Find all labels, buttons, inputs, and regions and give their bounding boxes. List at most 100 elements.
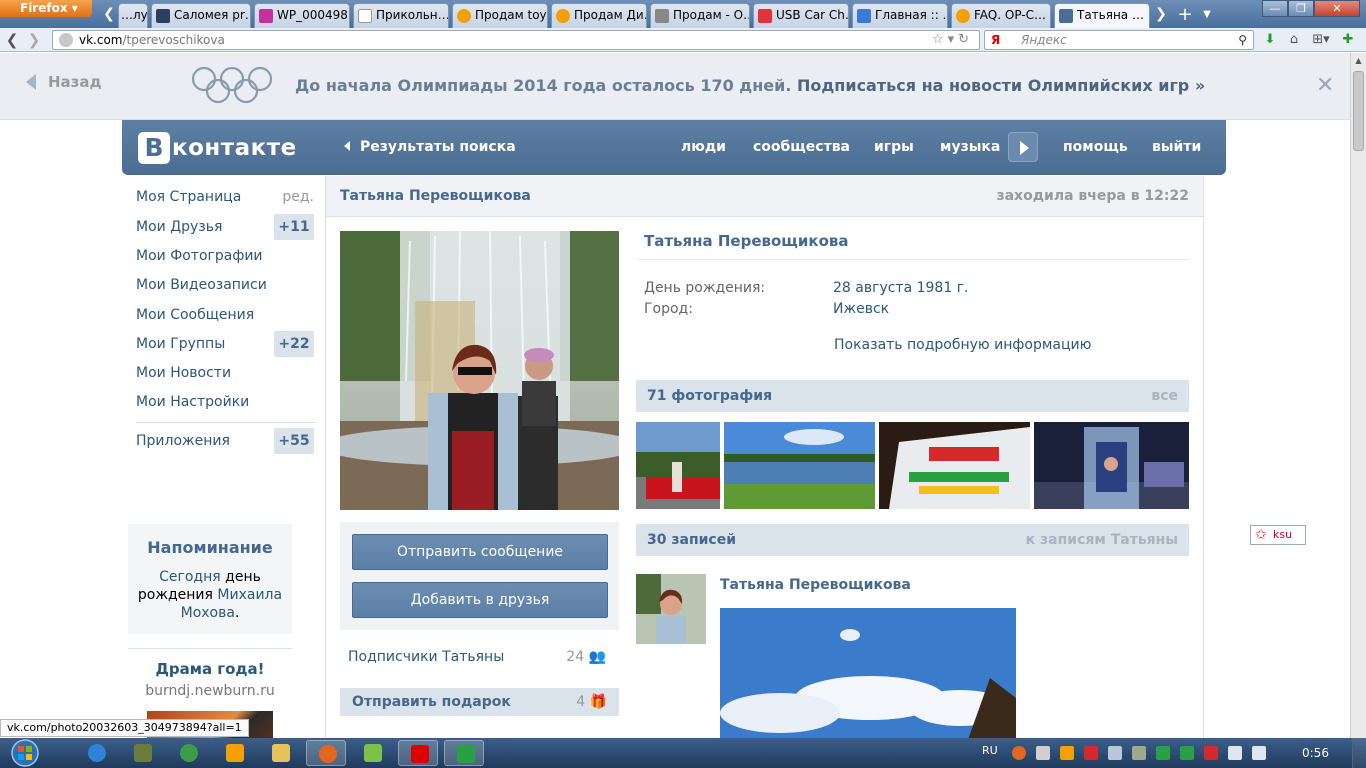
post-author-name[interactable]: Татьяна Перевощикова bbox=[720, 577, 911, 593]
addon-menu-icon[interactable]: ⊞▾ bbox=[1310, 32, 1332, 48]
wall-header[interactable]: 30 записей к записям Татьяны bbox=[636, 524, 1189, 556]
tabs-scroll-left-icon[interactable]: ❮ bbox=[100, 3, 118, 26]
tray-icon[interactable] bbox=[1060, 746, 1074, 760]
minimize-icon[interactable]: — bbox=[1262, 0, 1288, 17]
photos-all-link[interactable]: все bbox=[1151, 380, 1178, 412]
photo-thumb[interactable] bbox=[1034, 422, 1189, 509]
menu-my-videos[interactable]: Мои Видеозаписи bbox=[136, 272, 316, 298]
post-author-avatar[interactable] bbox=[636, 574, 706, 644]
tray-icon[interactable] bbox=[1132, 746, 1146, 760]
nav-help[interactable]: помощь bbox=[1063, 139, 1128, 155]
page-scrollbar[interactable]: ▲ bbox=[1350, 53, 1366, 738]
taskbar-ie[interactable] bbox=[76, 740, 116, 766]
extension-icon[interactable]: ✚ bbox=[1340, 32, 1356, 48]
photos-header[interactable]: 71 фотография все bbox=[636, 380, 1189, 412]
apps-badge[interactable]: +55 bbox=[274, 428, 314, 454]
tabs-scroll-right-icon[interactable]: ❯ bbox=[1152, 3, 1170, 26]
taskbar-app[interactable] bbox=[444, 740, 484, 766]
ad-url[interactable]: burndj.newburn.ru bbox=[128, 683, 292, 699]
firefox-menu-button[interactable]: Firefox ▾ bbox=[0, 0, 92, 17]
download-icon[interactable]: ⬇ bbox=[1262, 32, 1278, 48]
send-message-button[interactable]: Отправить сообщение bbox=[352, 534, 608, 570]
olympic-subscribe-link[interactable]: Подписаться на новости Олимпийских игр » bbox=[797, 76, 1205, 95]
close-window-icon[interactable]: ✕ bbox=[1314, 0, 1360, 17]
menu-my-news[interactable]: Мои Новости bbox=[136, 360, 316, 386]
friends-badge[interactable]: +11 bbox=[274, 214, 314, 240]
taskbar-firefox[interactable] bbox=[306, 740, 346, 766]
tab[interactable]: WP_000498… bbox=[254, 3, 350, 28]
photo-thumb[interactable] bbox=[636, 422, 720, 509]
tab[interactable]: Продам - О… bbox=[650, 3, 750, 28]
taskbar-app[interactable] bbox=[168, 740, 208, 766]
taskbar-app[interactable] bbox=[122, 740, 162, 766]
profile-avatar[interactable] bbox=[340, 231, 619, 510]
home-icon[interactable]: ⌂ bbox=[1286, 32, 1302, 48]
maximize-icon[interactable]: ❐ bbox=[1288, 0, 1314, 17]
ksu-badge[interactable]: ✩ ksu bbox=[1250, 525, 1306, 545]
address-bar[interactable]: vk.com/tperevoschikova ☆▾↻ bbox=[52, 30, 980, 50]
menu-my-settings[interactable]: Мои Настройки bbox=[136, 389, 316, 415]
tray-icon[interactable] bbox=[1180, 746, 1194, 760]
tab-list-icon[interactable]: ▼ bbox=[1198, 3, 1216, 26]
new-tab-icon[interactable]: + bbox=[1176, 3, 1194, 26]
city-value[interactable]: Ижевск bbox=[833, 301, 889, 317]
menu-my-page[interactable]: Моя Страница ред. bbox=[136, 184, 316, 210]
tray-icon[interactable] bbox=[1204, 746, 1218, 760]
vk-logo[interactable]: Вконтакте bbox=[138, 132, 297, 164]
start-button-icon[interactable] bbox=[6, 738, 44, 768]
taskbar-messenger[interactable] bbox=[352, 740, 392, 766]
nav-people[interactable]: люди bbox=[681, 139, 726, 155]
back-arrow-icon[interactable]: ❮ bbox=[2, 30, 22, 50]
scroll-up-icon[interactable]: ▲ bbox=[1351, 53, 1366, 69]
reminder-today-link[interactable]: Сегодня bbox=[159, 569, 221, 585]
photo-thumb[interactable] bbox=[724, 422, 875, 509]
show-desktop-button[interactable] bbox=[1352, 738, 1366, 768]
nav-communities[interactable]: сообщества bbox=[753, 139, 850, 155]
taskbar-yandex[interactable] bbox=[398, 740, 438, 766]
tab[interactable]: Продам Ди… bbox=[551, 3, 647, 28]
edit-link[interactable]: ред. bbox=[282, 184, 314, 210]
show-details-link[interactable]: Показать подробную информацию bbox=[834, 337, 1091, 353]
search-bar[interactable]: Я Яндекс ⚲ bbox=[984, 30, 1254, 50]
menu-my-messages[interactable]: Мои Сообщения bbox=[136, 302, 316, 328]
tab-active[interactable]: Татьяна … bbox=[1054, 3, 1150, 28]
add-friend-button[interactable]: Добавить в друзья bbox=[352, 582, 608, 618]
breadcrumb-search-results[interactable]: Результаты поиска bbox=[344, 139, 516, 155]
volume-icon[interactable] bbox=[1228, 746, 1242, 760]
tab[interactable]: Саломея pr… bbox=[151, 3, 251, 28]
wall-posts-link[interactable]: к записям Татьяны bbox=[1026, 524, 1178, 556]
tab[interactable]: FAQ. OP-C… bbox=[951, 3, 1051, 28]
nav-logout[interactable]: выйти bbox=[1152, 139, 1201, 155]
tab[interactable]: Главная :: … bbox=[852, 3, 948, 28]
menu-apps[interactable]: Приложения +55 bbox=[136, 428, 316, 454]
menu-my-groups[interactable]: Мои Группы +22 bbox=[136, 331, 316, 357]
tab[interactable]: …лу… bbox=[118, 3, 148, 28]
post-image[interactable] bbox=[720, 608, 1016, 738]
menu-my-photos[interactable]: Мои Фотографии bbox=[136, 243, 316, 269]
ad-title[interactable]: Драма года! bbox=[128, 660, 292, 678]
birthday-value[interactable]: 28 августа 1981 г. bbox=[833, 280, 969, 296]
tray-icon[interactable] bbox=[1084, 746, 1098, 760]
scroll-thumb[interactable] bbox=[1353, 71, 1364, 151]
photo-thumb[interactable] bbox=[879, 422, 1030, 509]
menu-my-friends[interactable]: Мои Друзья +11 bbox=[136, 214, 316, 240]
taskbar-media[interactable] bbox=[214, 740, 254, 766]
tray-icon[interactable] bbox=[1108, 746, 1122, 760]
back-link[interactable]: Назад bbox=[26, 73, 102, 91]
send-gift-header[interactable]: Отправить подарок 4 🎁 bbox=[340, 688, 619, 716]
system-clock[interactable]: 0:56 bbox=[1302, 746, 1329, 760]
keyboard-language[interactable]: RU bbox=[982, 744, 998, 757]
tab[interactable]: Продам toy… bbox=[452, 3, 548, 28]
search-icon[interactable]: ⚲ bbox=[1238, 31, 1247, 49]
taskbar-explorer[interactable] bbox=[260, 740, 300, 766]
tray-icon[interactable] bbox=[1036, 746, 1050, 760]
tray-icon[interactable] bbox=[1012, 746, 1026, 760]
forward-arrow-icon[interactable]: ❯ bbox=[24, 30, 44, 50]
tab[interactable]: Прикольн… bbox=[353, 3, 449, 28]
subscribers-row[interactable]: Подписчики Татьяны 24 👥 bbox=[348, 649, 606, 665]
nav-games[interactable]: игры bbox=[874, 139, 914, 155]
close-icon[interactable]: ✕ bbox=[1316, 73, 1334, 98]
network-icon[interactable] bbox=[1252, 746, 1266, 760]
nav-music[interactable]: музыка bbox=[940, 139, 1000, 155]
tab[interactable]: USB Car Ch… bbox=[753, 3, 849, 28]
